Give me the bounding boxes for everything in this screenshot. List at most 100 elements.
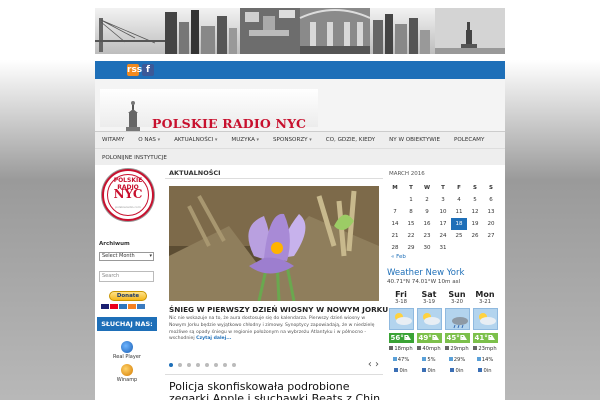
calendar-day[interactable]: 21	[387, 230, 403, 242]
calendar-day[interactable]: 17	[435, 218, 451, 230]
calendar-day[interactable]: 22	[403, 230, 419, 242]
calendar-prev-link[interactable]: « Feb	[391, 254, 406, 260]
article-headline[interactable]: Policja skonfiskowała podrobione zegarki…	[169, 381, 383, 400]
radio-seal-logo[interactable]: POLSKIE RADIO NYC polskieradio.com	[102, 169, 154, 221]
winamp-icon	[121, 364, 133, 376]
calendar-day[interactable]: 5	[467, 194, 483, 206]
nav-item-co-gdzie-kiedy[interactable]: CO, GDZIE, KIEDY	[319, 137, 382, 143]
weather-forecast: Fri 3-18 56°F 18mph 47% 0in Sat 3-19 49°F 40mph 5%…	[387, 290, 499, 376]
weather-wind: 23mph	[471, 346, 499, 354]
calendar-weekday: T	[441, 185, 445, 191]
nav-item-witamy[interactable]: WITAMY	[95, 137, 131, 143]
nav-item-aktualności[interactable]: AKTUALNOŚCI	[167, 137, 224, 143]
realplayer-icon	[121, 341, 133, 353]
sun-cloud-icon	[472, 308, 498, 330]
calendar-day[interactable]: 29	[403, 242, 419, 254]
nav-item-polecamy[interactable]: POLECAMY	[447, 137, 491, 143]
weather-day: Fri 3-18 56°F 18mph 47% 0in	[387, 290, 415, 376]
calendar-day[interactable]: 6	[483, 194, 499, 206]
weather-day: Sat 3-19 49°F 40mph 5% 0in	[415, 290, 443, 376]
calendar-day[interactable]: 9	[419, 206, 435, 218]
weather-day-date: 3-20	[450, 299, 464, 305]
calendar-day[interactable]: 23	[419, 230, 435, 242]
slide-headline[interactable]: ŚNIEG W PIERWSZY DZIEŃ WIOSNY W NOWYM JO…	[169, 305, 388, 314]
calendar-day[interactable]: 14	[387, 218, 403, 230]
weather-day-date: 3-21	[478, 299, 492, 305]
calendar-day[interactable]: 19	[467, 218, 483, 230]
nav-item-polonijne-instytucje[interactable]: POLONIJNE INSTYTUCJE	[95, 155, 174, 161]
weather-wind: 40mph	[415, 346, 443, 354]
listen-header: SŁUCHAJ NAS:	[97, 317, 157, 331]
sun-cloud-icon	[388, 308, 414, 330]
bank-card-icon	[137, 304, 145, 309]
weather-day: Mon 3-21 41°F 23mph 14% 0in	[471, 290, 499, 376]
weather-day: Sun 3-20 45°F 29mph 29% 0in	[443, 290, 471, 376]
calendar-day[interactable]: 30	[419, 242, 435, 254]
archive-label: Archiwum	[99, 241, 130, 247]
weather-title[interactable]: Weather New York	[387, 268, 501, 278]
slide-dot[interactable]	[187, 363, 191, 367]
slide-dot[interactable]	[223, 363, 227, 367]
weather-day-name: Mon	[475, 290, 495, 299]
nav-item-sponsorzy[interactable]: SPONSORZY	[266, 137, 319, 143]
calendar-day[interactable]: 13	[483, 206, 499, 218]
slide-dot[interactable]	[214, 363, 218, 367]
calendar-day[interactable]: 1	[403, 194, 419, 206]
rss-icon[interactable]: rss	[127, 64, 142, 76]
facebook-icon[interactable]: f	[142, 64, 154, 76]
calendar-day[interactable]: 7	[387, 206, 403, 218]
nav-row-secondary: POLONIJNE INSTYTUCJE	[95, 149, 174, 166]
slide-dot[interactable]	[169, 363, 173, 367]
seal-main-text: NYC	[113, 187, 143, 201]
social-bar: rss f	[95, 61, 505, 79]
calendar-day[interactable]: 4	[451, 194, 467, 206]
calendar-day[interactable]: 27	[483, 230, 499, 242]
amex-card-icon	[119, 304, 127, 309]
weather-temperature: 56°F	[388, 333, 414, 343]
calendar-day[interactable]: 25	[451, 230, 467, 242]
right-sidebar: MARCH 2016 M T W T F S S 1 2 3 4 5 6 7 8 9 10 11 12 13 14 15 1…	[385, 165, 503, 400]
slide-dot[interactable]	[178, 363, 182, 367]
nav-item-muzyka[interactable]: MUZYKA	[224, 137, 266, 143]
winamp-link[interactable]: Winamp	[97, 364, 157, 383]
donate-button[interactable]: Donate	[109, 291, 147, 301]
weather-widget: Weather New York 40.71°N 74.01°W 10m asl…	[387, 268, 501, 400]
calendar-day[interactable]: 2	[419, 194, 435, 206]
weather-rain-chance: 29%	[443, 357, 471, 365]
weather-temperature: 49°F	[416, 333, 442, 343]
search-input[interactable]: Search	[99, 271, 154, 282]
slide-dot[interactable]	[205, 363, 209, 367]
skyline-image	[95, 8, 505, 54]
weather-precipitation: 0in	[471, 368, 499, 376]
slide-image[interactable]	[169, 186, 379, 301]
calendar-day[interactable]: 16	[419, 218, 435, 230]
rain-cloud-icon	[444, 308, 470, 330]
slide-dot[interactable]	[196, 363, 200, 367]
nav-item-o-nas[interactable]: O NAS	[131, 137, 167, 143]
calendar-day[interactable]: 11	[451, 206, 467, 218]
site-logo[interactable]: POLSKIE RADIO NYC	[100, 89, 318, 137]
calendar-day[interactable]: 8	[403, 206, 419, 218]
calendar-day[interactable]: 12	[467, 206, 483, 218]
read-more-link[interactable]: Czytaj dalej...	[196, 336, 231, 341]
site-logo-text: POLSKIE RADIO NYC	[152, 116, 307, 131]
calendar-day[interactable]: 18	[451, 218, 467, 230]
nav-item-ny-w-obiektywie[interactable]: NY W OBIEKTYWIE	[382, 137, 447, 143]
calendar-day[interactable]: 10	[435, 206, 451, 218]
calendar-day[interactable]: 20	[483, 218, 499, 230]
calendar-day[interactable]: 31	[435, 242, 451, 254]
weather-day-name: Sat	[421, 290, 437, 299]
calendar-weekday: T	[409, 185, 413, 191]
archive-month-select[interactable]: Select Month	[99, 252, 154, 261]
slide-dot[interactable]	[232, 363, 236, 367]
calendar-day[interactable]: 24	[435, 230, 451, 242]
calendar-day[interactable]: 28	[387, 242, 403, 254]
calendar-day[interactable]: 26	[467, 230, 483, 242]
calendar-table: M T W T F S S 1 2 3 4 5 6 7 8 9 10 11 12 13 14 15 16 17 18 19 20 21…	[387, 182, 499, 254]
slide-arrows[interactable]: ‹ ›	[368, 359, 379, 370]
realplayer-link[interactable]: Real Player	[97, 341, 157, 360]
calendar-day[interactable]: 3	[435, 194, 451, 206]
content-panel: POLSKIE RADIO NYC polskieradio.com Archi…	[95, 165, 505, 400]
calendar-day[interactable]: 15	[403, 218, 419, 230]
calendar-empty-cell	[467, 242, 483, 254]
